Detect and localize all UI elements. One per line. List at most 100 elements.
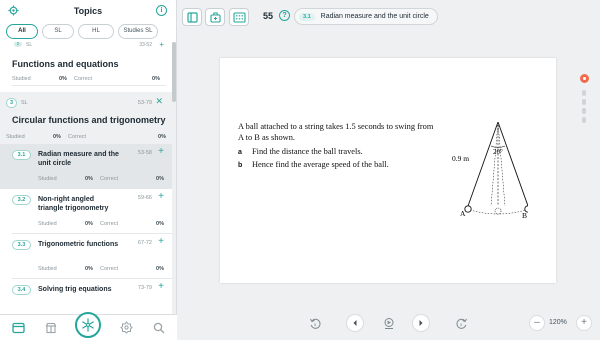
chapter-functions-and-equations[interactable]: Functions and equations Studied 0% Corre… — [0, 50, 172, 86]
part-text: Find the distance the ball travels. — [252, 147, 363, 156]
rail-marker[interactable] — [582, 117, 586, 123]
chapter-circular-functions[interactable]: 3 SL 53-79 ✕ Circular functions and trig… — [0, 92, 172, 314]
correct-label: Correct — [74, 76, 93, 82]
page-range: 73-79 — [137, 285, 152, 291]
page-range: 59-66 — [137, 195, 152, 201]
svg-text:5: 5 — [460, 322, 463, 327]
point-b-label: B — [522, 211, 527, 218]
part-marker: a — [238, 149, 242, 156]
correct-label: Correct — [100, 221, 119, 227]
page-range: 67-72 — [137, 240, 152, 246]
toggle-sidebar-button[interactable] — [182, 8, 202, 26]
subtopic-3-4[interactable]: 3.4 Solving trig equations 73-79 + — [0, 279, 172, 314]
previous-page-button[interactable] — [346, 314, 364, 332]
level-label: SL — [21, 100, 28, 106]
string-line-b — [497, 121, 528, 207]
rail-marker[interactable] — [582, 108, 586, 114]
plus-icon[interactable]: + — [158, 236, 164, 247]
scrollbar-thumb[interactable] — [172, 42, 176, 102]
page-number: 55 — [263, 11, 274, 21]
level-filters: All SL HL Studies SL — [0, 22, 176, 42]
level-label: SL — [26, 42, 33, 48]
svg-text:5: 5 — [314, 322, 317, 327]
store-icon[interactable] — [43, 320, 59, 336]
topics-sidebar: Topics i All SL HL Studies SL 2 SL 33-52… — [0, 0, 177, 340]
dashed-line — [490, 121, 499, 207]
correct-label: Correct — [68, 134, 87, 140]
rail-marker[interactable] — [582, 99, 586, 105]
correct-label: Correct — [100, 266, 119, 272]
play-audio-button[interactable] — [380, 314, 398, 332]
studied-value: 0% — [85, 266, 93, 272]
chapter-number-badge: 2 — [14, 42, 22, 47]
next-page-button[interactable] — [412, 314, 430, 332]
question-part-a: a Find the distance the ball travels. — [238, 147, 363, 156]
help-icon[interactable]: ? — [279, 10, 290, 21]
length-label: 0.9 m — [452, 154, 469, 163]
info-icon[interactable]: i — [156, 5, 167, 16]
subtopic-title: Trigonometric functions — [38, 241, 119, 248]
zoom-in-button[interactable]: + — [576, 315, 592, 331]
correct-value: 0% — [156, 221, 164, 227]
zoom-out-button[interactable]: – — [529, 315, 545, 331]
chevron-left-icon — [353, 320, 357, 326]
briefcase-icon — [209, 12, 221, 23]
current-topic-chip[interactable]: 3.1 Radian measure and the unit circle — [294, 8, 438, 25]
filter-hl[interactable]: HL — [78, 24, 114, 39]
search-icon[interactable] — [151, 320, 167, 336]
filter-all[interactable]: All — [6, 24, 38, 39]
studied-label: Studied — [38, 266, 57, 272]
close-icon[interactable]: ✕ — [155, 96, 163, 107]
undo-button[interactable]: 5 — [306, 314, 324, 332]
studied-label: Studied — [12, 76, 31, 82]
subtopic-3-3[interactable]: 3.3 Trigonometric functions 67-72 + Stud… — [0, 234, 172, 279]
filter-sl[interactable]: SL — [42, 24, 74, 39]
correct-value: 0% — [152, 76, 160, 82]
sidebar-title: Topics — [73, 6, 103, 16]
plus-icon[interactable]: + — [158, 281, 164, 292]
sidebar-scrollbar[interactable] — [172, 42, 176, 314]
audio-loop-icon — [384, 317, 394, 329]
angle-label: 20° — [493, 148, 503, 156]
correct-value: 0% — [156, 176, 164, 182]
part-marker: b — [238, 162, 243, 169]
subtopic-3-2[interactable]: 3.2 Non-right angled triangle trigonomet… — [0, 189, 172, 234]
sidebar-header: Topics i — [0, 0, 176, 22]
list-item[interactable]: 2 SL 33-52 + — [0, 42, 172, 50]
dashed-line — [497, 121, 506, 207]
book-icon[interactable] — [10, 320, 26, 336]
chevron-right-icon — [419, 320, 423, 326]
notification-dot[interactable] — [580, 74, 589, 83]
topic-title: Radian measure and the unit circle — [320, 13, 429, 20]
subtopic-3-1[interactable]: 3.1 Radian measure and the unit circle 5… — [0, 144, 172, 189]
subtopic-progress: Studied 0% Correct 0% — [38, 266, 164, 274]
chapter-progress: Studied 0% Correct 0% — [12, 70, 166, 86]
plus-icon[interactable]: + — [159, 42, 164, 49]
chapter-header: 3 SL 53-79 ✕ — [0, 92, 172, 114]
calculator-icon — [232, 11, 246, 23]
chapter-progress: Studied 0% Correct 0% — [6, 128, 172, 144]
page-rail[interactable] — [582, 90, 586, 126]
topic-number-badge: 3.1 — [299, 12, 315, 21]
rail-marker[interactable] — [582, 90, 586, 96]
badge-icon[interactable] — [118, 320, 134, 336]
studied-label: Studied — [38, 176, 57, 182]
point-a-label: A — [460, 209, 466, 218]
toolkit-button[interactable] — [205, 8, 225, 26]
chapter-title: Circular functions and trigonometry — [12, 115, 166, 125]
subtopic-title: Solving trig equations — [38, 286, 112, 293]
topics-list[interactable]: 2 SL 33-52 + Functions and equations Stu… — [0, 42, 172, 314]
filter-studies-sl[interactable]: Studies SL — [118, 24, 158, 39]
chapter-title: Functions and equations — [12, 59, 119, 69]
plus-icon[interactable]: + — [158, 191, 164, 202]
snowflake-icon[interactable] — [75, 311, 102, 338]
page-range: 53-79 — [137, 100, 152, 106]
subtopic-number-badge: 3.1 — [12, 150, 31, 160]
subtopic-progress: Studied 0% Correct 0% — [38, 176, 164, 184]
plus-icon[interactable]: + — [158, 146, 164, 157]
subtopic-number-badge: 3.2 — [12, 195, 31, 205]
pendulum-diagram: 20° 0.9 m A B — [452, 121, 528, 218]
correct-value: 0% — [156, 266, 164, 272]
redo-button[interactable]: 5 — [452, 314, 470, 332]
calculator-button[interactable] — [229, 8, 249, 26]
